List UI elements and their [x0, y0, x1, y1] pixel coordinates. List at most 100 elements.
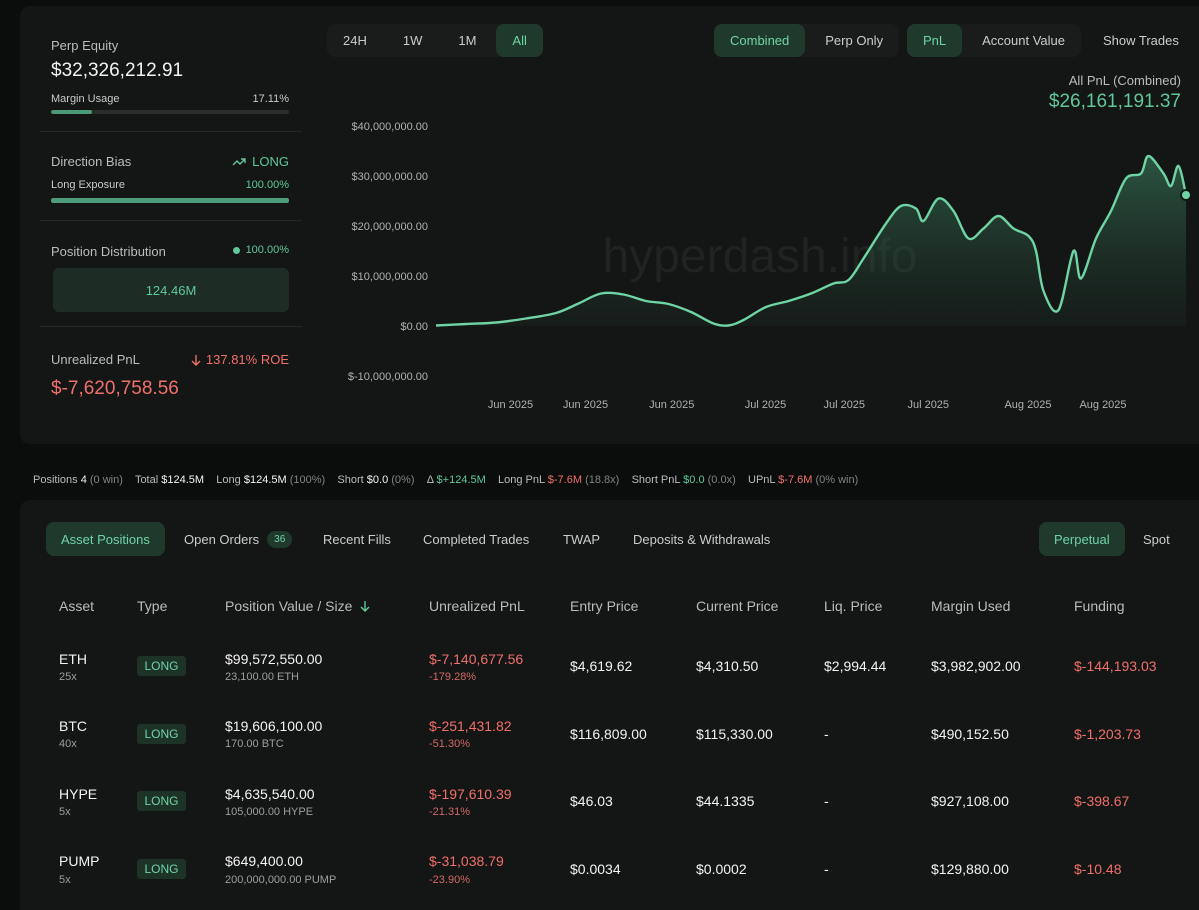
summary-total-value: $124.5M	[161, 474, 205, 486]
view-filter-perp-only[interactable]: Perp Only	[809, 24, 899, 57]
summary-delta-value: $+124.5M	[436, 474, 486, 486]
summary-upnl-value: $-7.6M	[778, 474, 813, 486]
y-tick-label: $10,000,000.00	[352, 271, 428, 283]
dot-icon	[232, 246, 240, 254]
row-funding: $-10.48	[1074, 861, 1122, 877]
divider	[40, 326, 302, 327]
x-axis: Jun 2025 Jun 2025 Jun 2025 Jul 2025 Jul 2025…	[488, 399, 1127, 411]
divider	[40, 131, 302, 132]
column-position-value[interactable]: Position Value / Size	[225, 598, 370, 614]
chart-total: $26,161,191.37	[1048, 91, 1181, 112]
summary-short-value: $0.0	[366, 474, 389, 486]
unrealized-pnl-value: $-7,620,758.56	[51, 378, 179, 399]
pnl-chart[interactable]: hyperdash.info $40,000,000.00$30,000,000…	[330, 112, 1190, 417]
margin-usage-fill	[51, 110, 92, 114]
position-distribution-value: 100.00%	[245, 244, 289, 256]
row-unrealized-pnl: $-197,610.39	[429, 786, 512, 802]
row-asset[interactable]: ETH	[59, 651, 87, 667]
tab-completed-trades[interactable]: Completed Trades	[423, 522, 529, 556]
trending-up-icon	[232, 157, 246, 165]
row-asset[interactable]: HYPE	[59, 786, 97, 802]
positions-summary: Positions 4 (0 win) Total $124.5M Long $…	[33, 474, 858, 486]
y-tick-label: $0.00	[400, 321, 428, 333]
tab-open-orders-label: Open Orders	[184, 531, 260, 547]
summary-upnl-win: (0% win)	[815, 474, 859, 486]
column-liq-price[interactable]: Liq. Price	[824, 598, 882, 614]
row-liq-price: -	[824, 726, 829, 742]
column-entry-price[interactable]: Entry Price	[570, 598, 638, 614]
position-distribution-label: Position Distribution	[51, 244, 166, 259]
time-filter-1w[interactable]: 1W	[387, 24, 439, 57]
tab-deposits-withdrawals[interactable]: Deposits & Withdrawals	[633, 522, 770, 556]
column-margin-used[interactable]: Margin Used	[931, 598, 1010, 614]
perp-equity-value: $32,326,212.91	[51, 60, 184, 81]
y-tick-label: $40,000,000.00	[352, 121, 428, 133]
summary-long-pnl-label: Long PnL	[498, 474, 545, 486]
row-leverage: 40x	[59, 738, 77, 750]
metric-filter: PnL Account Value	[907, 24, 1082, 57]
long-exposure-label: Long Exposure	[51, 179, 125, 191]
pnl-endpoint[interactable]	[1180, 189, 1190, 201]
perp-equity-label: Perp Equity	[51, 38, 119, 53]
row-funding: $-144,193.03	[1074, 658, 1157, 674]
tab-open-orders[interactable]: Open Orders 36	[184, 522, 293, 556]
row-position-size: 170.00 BTC	[225, 738, 284, 750]
row-leverage: 25x	[59, 671, 77, 683]
row-type-badge: LONG	[137, 859, 186, 879]
summary-long-value: $124.5M	[243, 474, 287, 486]
direction-bias: LONG	[232, 154, 289, 169]
view-filter: Combined Perp Only	[714, 24, 900, 57]
distribution-bar[interactable]: 124.46M	[53, 268, 289, 312]
column-position-value-label: Position Value / Size	[225, 598, 353, 614]
row-position-size: 105,000.00 HYPE	[225, 806, 314, 818]
tab-twap[interactable]: TWAP	[563, 522, 600, 556]
row-entry-price: $0.0034	[570, 861, 621, 877]
margin-usage-value: 17.11%	[252, 93, 290, 105]
summary-positions-win: (0 win)	[89, 474, 123, 486]
column-unrealized-pnl[interactable]: Unrealized PnL	[429, 598, 525, 614]
view-filter-combined[interactable]: Combined	[714, 24, 806, 57]
open-orders-count-badge: 36	[267, 530, 293, 548]
y-tick-label: $20,000,000.00	[352, 221, 428, 233]
metric-filter-pnl[interactable]: PnL	[907, 24, 963, 57]
column-asset[interactable]: Asset	[59, 598, 94, 614]
unrealized-pnl-label: Unrealized PnL	[51, 352, 140, 367]
row-funding: $-1,203.73	[1074, 726, 1141, 742]
summary-long-pnl-value: $-7.6M	[547, 474, 583, 486]
long-exposure-fill	[51, 198, 289, 203]
x-tick-label: Jun 2025	[563, 399, 608, 411]
tab-spot[interactable]: Spot	[1143, 522, 1170, 556]
row-asset[interactable]: BTC	[59, 718, 87, 734]
time-filter-24h[interactable]: 24H	[327, 24, 383, 57]
summary-positions-label: Positions	[33, 474, 78, 486]
summary-short-pnl-x: (0.0x)	[707, 474, 736, 486]
row-unrealized-pnl: $-31,038.79	[429, 853, 504, 869]
row-current-price: $4,310.50	[696, 658, 759, 674]
y-tick-label: $30,000,000.00	[352, 171, 428, 183]
column-funding[interactable]: Funding	[1074, 598, 1125, 614]
row-leverage: 5x	[59, 874, 71, 886]
row-liq-price: $2,994.44	[824, 658, 887, 674]
column-current-price[interactable]: Current Price	[696, 598, 778, 614]
sort-down-icon[interactable]	[360, 600, 370, 612]
summary-short-pnl-value: $0.0	[683, 474, 705, 486]
x-tick-label: Jun 2025	[488, 399, 533, 411]
direction-bias-value: LONG	[252, 154, 289, 169]
summary-delta-symbol: Δ	[426, 474, 434, 486]
row-asset[interactable]: PUMP	[59, 853, 99, 869]
x-tick-label: Jul 2025	[823, 399, 865, 411]
show-trades-button[interactable]: Show Trades	[1087, 24, 1195, 57]
time-filter-1m[interactable]: 1M	[442, 24, 492, 57]
y-axis: $40,000,000.00 $30,000,000.00 $20,000,000.…	[348, 121, 428, 383]
time-filter-all[interactable]: All	[496, 24, 543, 57]
metric-filter-account-value[interactable]: Account Value	[966, 24, 1081, 57]
tab-perpetual[interactable]: Perpetual	[1039, 522, 1125, 556]
tab-recent-fills[interactable]: Recent Fills	[323, 522, 391, 556]
row-funding: $-398.67	[1074, 793, 1130, 809]
summary-long-pct: (100%)	[289, 474, 326, 486]
arrow-down-icon	[191, 354, 201, 366]
tab-asset-positions[interactable]: Asset Positions	[46, 522, 165, 556]
positions-card	[20, 500, 1199, 910]
x-tick-label: Aug 2025	[1004, 399, 1051, 411]
column-type[interactable]: Type	[137, 598, 167, 614]
